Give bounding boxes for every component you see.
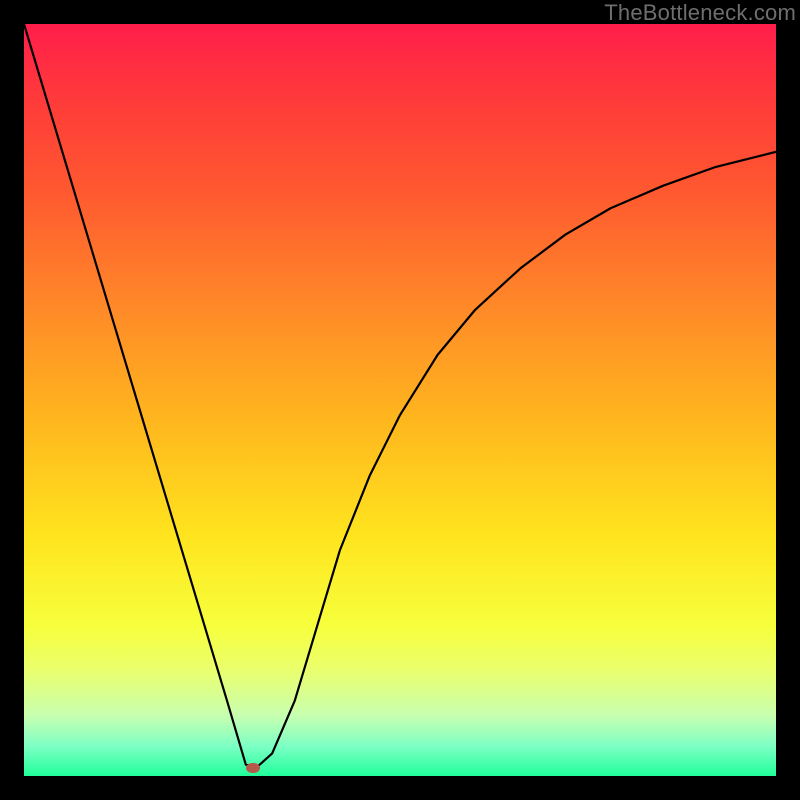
chart-frame bbox=[24, 24, 776, 776]
bottleneck-curve bbox=[24, 24, 776, 776]
optimal-point-marker bbox=[246, 763, 260, 773]
watermark-text: TheBottleneck.com bbox=[604, 0, 796, 26]
